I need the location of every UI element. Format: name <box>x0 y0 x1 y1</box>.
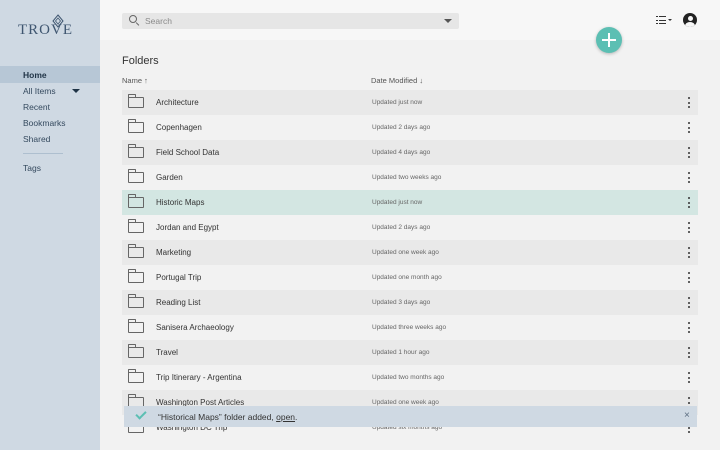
search-options-caret-icon[interactable] <box>444 19 452 23</box>
sidebar-item-label: Bookmarks <box>23 118 66 128</box>
folder-list: Architecture Updated just now Copenhagen Up… <box>122 90 698 440</box>
folder-icon <box>128 94 144 108</box>
folder-name[interactable]: Historic Maps <box>156 198 204 207</box>
folder-row[interactable]: Architecture Updated just now <box>122 90 698 115</box>
folder-name[interactable]: Field School Data <box>156 148 219 157</box>
more-options-icon[interactable] <box>686 222 692 234</box>
toast-open-link[interactable]: open <box>276 412 295 422</box>
sidebar-divider <box>23 153 63 154</box>
sidebar-item-recent[interactable]: Recent <box>0 99 100 115</box>
sidebar-item-label: All Items <box>23 86 56 96</box>
top-bar <box>100 0 720 40</box>
more-options-icon[interactable] <box>686 172 692 184</box>
folder-name[interactable]: Travel <box>156 348 178 357</box>
folder-row[interactable]: Jordan and Egypt Updated 2 days ago <box>122 215 698 240</box>
sidebar-item-all-items[interactable]: All Items <box>0 83 100 99</box>
folder-date-modified: Updated one week ago <box>372 399 439 406</box>
checkmark-icon <box>135 408 147 420</box>
search-icon <box>128 14 142 28</box>
more-options-icon[interactable] <box>686 122 692 134</box>
search-bar[interactable] <box>122 13 459 29</box>
folder-row[interactable]: Marketing Updated one week ago <box>122 240 698 265</box>
folder-row[interactable]: Copenhagen Updated 2 days ago <box>122 115 698 140</box>
folder-name[interactable]: Reading List <box>156 298 200 307</box>
folder-date-modified: Updated 2 days ago <box>372 124 431 131</box>
toast-message-suffix: . <box>295 411 298 422</box>
folder-date-modified: Updated one week ago <box>372 249 439 256</box>
more-options-icon[interactable] <box>686 372 692 384</box>
folder-row[interactable]: Historic Maps Updated just now <box>122 190 698 215</box>
column-header-name[interactable]: Name ↑ <box>122 76 148 85</box>
sidebar-item-label: Home <box>23 69 47 80</box>
folder-icon <box>128 219 144 233</box>
folder-name[interactable]: Sanisera Archaeology <box>156 323 234 332</box>
folder-date-modified: Updated two months ago <box>372 374 445 381</box>
sidebar-item-shared[interactable]: Shared <box>0 131 100 147</box>
sidebar-item-label: Recent <box>23 102 50 112</box>
toast-message-text: “Historical Maps” folder added, <box>158 411 277 422</box>
folder-name[interactable]: Portugal Trip <box>156 273 201 282</box>
account-icon[interactable] <box>683 13 697 27</box>
folder-row[interactable]: Travel Updated 1 hour ago <box>122 340 698 365</box>
caret-down-icon[interactable] <box>71 89 80 93</box>
more-options-icon[interactable] <box>686 147 692 159</box>
folder-date-modified: Updated 2 days ago <box>372 224 431 231</box>
sidebar: TROVE Home All Items Recent Bookmarks Sh… <box>0 0 100 450</box>
sidebar-item-label: Shared <box>23 134 51 144</box>
folder-icon <box>128 194 144 208</box>
folder-row[interactable]: Field School Data Updated 4 days ago <box>122 140 698 165</box>
folder-name[interactable]: Jordan and Egypt <box>156 223 219 232</box>
list-view-icon[interactable] <box>656 15 672 25</box>
folder-date-modified: Updated two weeks ago <box>372 174 442 181</box>
more-options-icon[interactable] <box>686 347 692 359</box>
sidebar-item-tags[interactable]: Tags <box>0 160 100 176</box>
folder-icon <box>128 294 144 308</box>
more-options-icon[interactable] <box>686 322 692 334</box>
folder-name[interactable]: Copenhagen <box>156 123 202 132</box>
folder-row[interactable]: Reading List Updated 3 days ago <box>122 290 698 315</box>
toast-message: “Historical Maps” folder added, open. <box>158 412 297 422</box>
folder-name[interactable]: Architecture <box>156 98 199 107</box>
folder-name[interactable]: Garden <box>156 173 183 182</box>
folder-name[interactable]: Trip Itinerary - Argentina <box>156 373 242 382</box>
folder-icon <box>128 344 144 358</box>
folder-date-modified: Updated 4 days ago <box>372 149 431 156</box>
more-options-icon[interactable] <box>686 297 692 309</box>
more-options-icon[interactable] <box>686 97 692 109</box>
folder-icon <box>128 269 144 283</box>
more-options-icon[interactable] <box>686 272 692 284</box>
sidebar-item-label: Tags <box>23 163 41 173</box>
sidebar-item-bookmarks[interactable]: Bookmarks <box>0 115 100 131</box>
folder-row[interactable]: Portugal Trip Updated one month ago <box>122 265 698 290</box>
folder-icon <box>128 144 144 158</box>
folder-row[interactable]: Trip Itinerary - Argentina Updated two mo… <box>122 365 698 390</box>
folder-icon <box>128 369 144 383</box>
more-options-icon[interactable] <box>686 197 692 209</box>
folder-date-modified: Updated three weeks ago <box>372 324 447 331</box>
sidebar-nav: Home All Items Recent Bookmarks Shared T… <box>0 66 100 176</box>
folder-date-modified: Updated one month ago <box>372 274 442 281</box>
folder-icon <box>128 169 144 183</box>
notification-toast: “Historical Maps” folder added, open. × <box>124 406 697 427</box>
column-header-date-modified[interactable]: Date Modified ↓ <box>371 76 423 85</box>
close-icon[interactable]: × <box>684 410 690 421</box>
folder-date-modified: Updated just now <box>372 99 423 106</box>
trove-logo[interactable]: TROVE <box>18 14 78 40</box>
folder-date-modified: Updated just now <box>372 199 423 206</box>
logo-text: TROVE <box>18 22 73 38</box>
folder-date-modified: Updated 1 hour ago <box>372 349 430 356</box>
sidebar-item-home[interactable]: Home <box>0 66 100 83</box>
folder-name[interactable]: Marketing <box>156 248 191 257</box>
diamond-logo-icon <box>52 14 64 28</box>
page-title: Folders <box>122 55 159 67</box>
folder-date-modified: Updated 3 days ago <box>372 299 431 306</box>
folder-icon <box>128 244 144 258</box>
folder-row[interactable]: Sanisera Archaeology Updated three weeks … <box>122 315 698 340</box>
add-folder-button[interactable] <box>596 27 622 53</box>
folder-icon <box>128 319 144 333</box>
search-input[interactable] <box>145 14 444 28</box>
folder-row[interactable]: Garden Updated two weeks ago <box>122 165 698 190</box>
more-options-icon[interactable] <box>686 247 692 259</box>
folder-icon <box>128 119 144 133</box>
